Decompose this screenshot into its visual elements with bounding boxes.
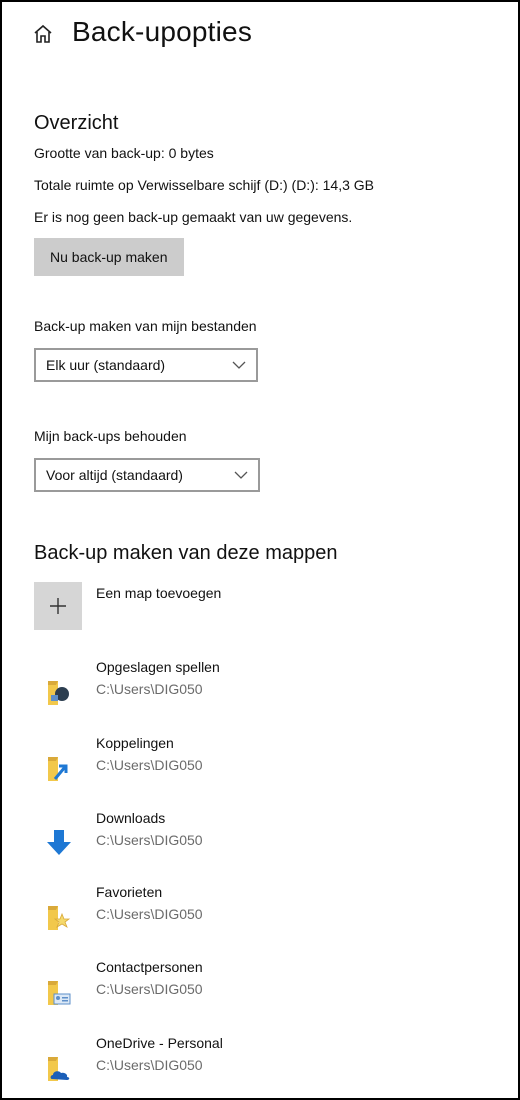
downloads-icon — [47, 830, 71, 855]
folder-item[interactable]: Downloads C:\Users\DIG050 — [34, 810, 494, 862]
folder-item[interactable]: Favorieten C:\Users\DIG050 — [34, 884, 494, 936]
favorites-icon — [48, 906, 71, 930]
folder-name: Opgeslagen spellen — [96, 659, 220, 675]
frequency-label: Back-up maken van mijn bestanden — [34, 318, 257, 334]
backup-status-text: Er is nog geen back-up gemaakt van uw ge… — [34, 209, 353, 225]
overview-title: Overzicht — [34, 112, 119, 134]
page-title: Back-upopties — [72, 16, 253, 47]
folder-name: Contactpersonen — [96, 959, 203, 975]
folder-item[interactable]: OneDrive - Personal C:\Users\DIG050 — [34, 1035, 494, 1087]
folder-item[interactable]: Koppelingen C:\Users\DIG050 — [34, 735, 494, 787]
folder-path: C:\Users\DIG050 — [96, 681, 203, 697]
onedrive-icon — [48, 1057, 70, 1081]
folder-path: C:\Users\DIG050 — [96, 832, 203, 848]
retention-label: Mijn back-ups behouden — [34, 428, 187, 444]
add-folder-label[interactable]: Een map toevoegen — [96, 585, 221, 601]
add-folder-button[interactable] — [34, 582, 82, 630]
links-icon — [48, 757, 68, 781]
contacts-icon — [48, 981, 71, 1005]
folder-name: Koppelingen — [96, 735, 174, 751]
folder-item[interactable]: Contactpersonen C:\Users\DIG050 — [34, 959, 494, 1011]
retention-selected-value: Voor altijd (standaard) — [46, 467, 183, 483]
folder-path: C:\Users\DIG050 — [96, 906, 203, 922]
folder-name: Downloads — [96, 810, 166, 826]
folders-section-title: Back-up maken van deze mappen — [34, 542, 338, 564]
folder-path: C:\Users\DIG050 — [96, 757, 203, 773]
frequency-dropdown[interactable]: Elk uur (standaard) — [34, 348, 258, 382]
retention-dropdown[interactable]: Voor altijd (standaard) — [34, 458, 260, 492]
folder-name: Favorieten — [96, 884, 163, 900]
home-icon[interactable] — [32, 23, 54, 45]
chevron-down-icon — [232, 361, 246, 369]
frequency-selected-value: Elk uur (standaard) — [46, 357, 166, 373]
chevron-down-icon — [234, 471, 248, 479]
settings-window: Back-upopties Overzicht Grootte van back… — [0, 0, 520, 1100]
plus-icon — [50, 598, 66, 614]
folder-item[interactable]: Opgeslagen spellen C:\Users\DIG050 — [34, 659, 494, 711]
page-header: Back-upopties — [32, 16, 252, 48]
saved-games-icon — [48, 681, 69, 705]
backup-now-button[interactable]: Nu back-up maken — [34, 238, 184, 276]
total-space-text: Totale ruimte op Verwisselbare schijf (D… — [34, 177, 375, 193]
backup-size-text: Grootte van back-up: 0 bytes — [34, 145, 214, 161]
folder-path: C:\Users\DIG050 — [96, 1057, 203, 1073]
folder-path: C:\Users\DIG050 — [96, 981, 203, 997]
folder-name: OneDrive - Personal — [96, 1035, 223, 1051]
